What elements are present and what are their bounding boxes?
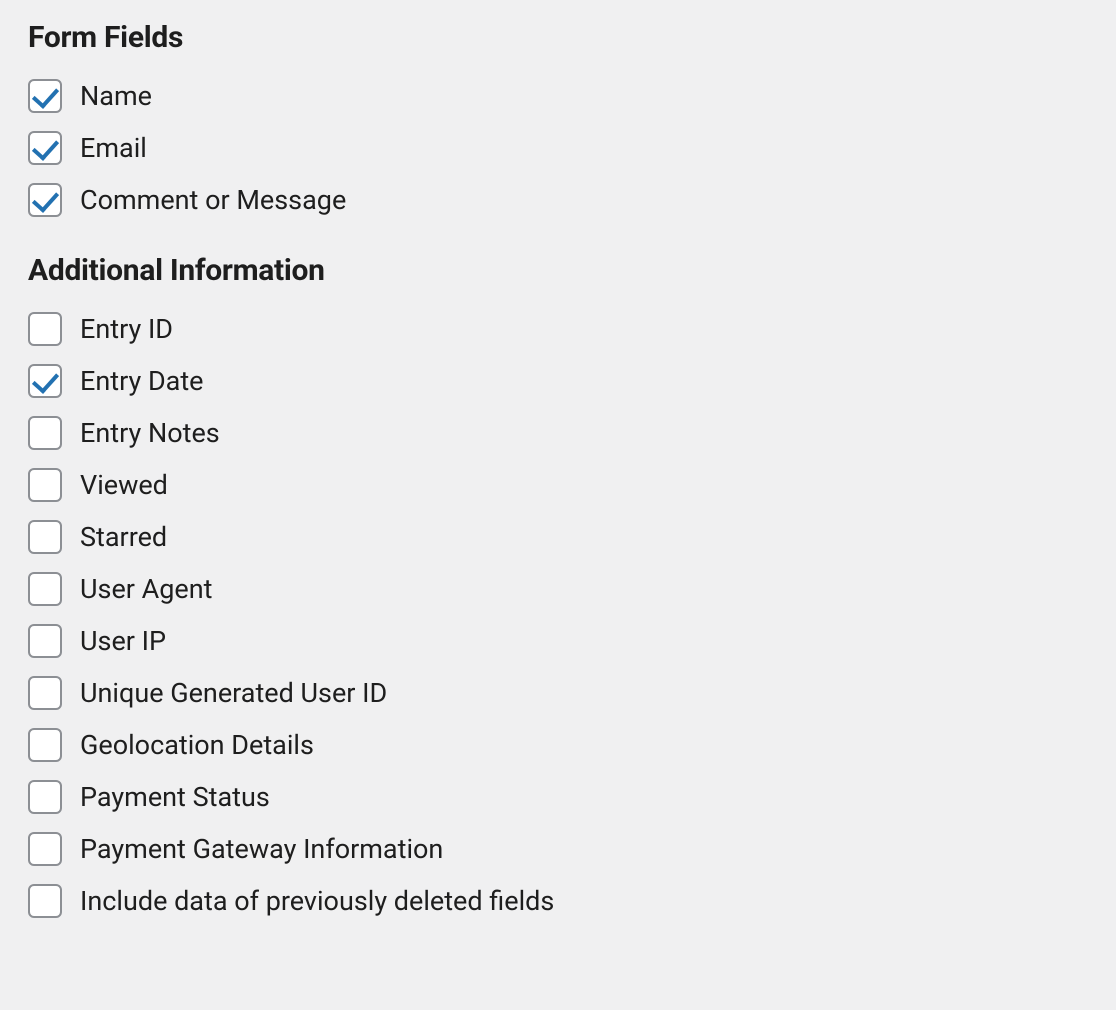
section-form_fields: Form Fields Name Email Comment or Message xyxy=(28,20,1088,217)
checkbox-payment-status[interactable] xyxy=(28,780,62,814)
checkbox-label-unique-generated-user-id: Unique Generated User ID xyxy=(80,677,387,709)
checkbox-label-include-deleted-fields: Include data of previously deleted field… xyxy=(80,885,554,917)
checkbox-row-payment-gateway-information[interactable]: Payment Gateway Information xyxy=(28,832,1088,866)
checkbox-row-user-ip[interactable]: User IP xyxy=(28,624,1088,658)
checkbox-row-entry-id[interactable]: Entry ID xyxy=(28,312,1088,346)
checkbox-row-geolocation-details[interactable]: Geolocation Details xyxy=(28,728,1088,762)
checkbox-viewed[interactable] xyxy=(28,468,62,502)
checkbox-label-viewed: Viewed xyxy=(80,469,168,501)
checkbox-row-unique-generated-user-id[interactable]: Unique Generated User ID xyxy=(28,676,1088,710)
checkbox-geolocation-details[interactable] xyxy=(28,728,62,762)
checkbox-label-entry-id: Entry ID xyxy=(80,313,173,345)
checkbox-label-starred: Starred xyxy=(80,521,167,553)
checkbox-entry-id[interactable] xyxy=(28,312,62,346)
checkbox-label-geolocation-details: Geolocation Details xyxy=(80,729,314,761)
checkbox-entry-notes[interactable] xyxy=(28,416,62,450)
checkbox-label-payment-status: Payment Status xyxy=(80,781,270,813)
checkbox-include-deleted-fields[interactable] xyxy=(28,884,62,918)
checkbox-row-name[interactable]: Name xyxy=(28,79,1088,113)
checkbox-starred[interactable] xyxy=(28,520,62,554)
checkbox-label-user-ip: User IP xyxy=(80,625,166,657)
checkbox-comment-or-message[interactable] xyxy=(28,183,62,217)
section-additional_information: Additional Information Entry ID Entry Date… xyxy=(28,253,1088,918)
checkbox-label-user-agent: User Agent xyxy=(80,573,212,605)
checkbox-row-viewed[interactable]: Viewed xyxy=(28,468,1088,502)
checkbox-label-email: Email xyxy=(80,132,147,164)
checkbox-row-include-deleted-fields[interactable]: Include data of previously deleted field… xyxy=(28,884,1088,918)
checkbox-label-entry-notes: Entry Notes xyxy=(80,417,220,449)
checkbox-user-ip[interactable] xyxy=(28,624,62,658)
checkbox-entry-date[interactable] xyxy=(28,364,62,398)
checkbox-unique-generated-user-id[interactable] xyxy=(28,676,62,710)
checkbox-payment-gateway-information[interactable] xyxy=(28,832,62,866)
checkbox-row-user-agent[interactable]: User Agent xyxy=(28,572,1088,606)
checkbox-row-comment-or-message[interactable]: Comment or Message xyxy=(28,183,1088,217)
section-heading-additional_information: Additional Information xyxy=(28,253,1088,288)
checkbox-row-payment-status[interactable]: Payment Status xyxy=(28,780,1088,814)
checkbox-list-form_fields: Name Email Comment or Message xyxy=(28,79,1088,217)
checkbox-label-comment-or-message: Comment or Message xyxy=(80,184,346,216)
checkbox-label-name: Name xyxy=(80,80,152,112)
checkbox-row-starred[interactable]: Starred xyxy=(28,520,1088,554)
section-heading-form_fields: Form Fields xyxy=(28,20,1088,55)
checkbox-row-email[interactable]: Email xyxy=(28,131,1088,165)
checkbox-label-entry-date: Entry Date xyxy=(80,365,204,397)
checkbox-label-payment-gateway-information: Payment Gateway Information xyxy=(80,833,443,865)
checkbox-row-entry-notes[interactable]: Entry Notes xyxy=(28,416,1088,450)
checkbox-user-agent[interactable] xyxy=(28,572,62,606)
checkbox-name[interactable] xyxy=(28,79,62,113)
checkbox-email[interactable] xyxy=(28,131,62,165)
checkbox-row-entry-date[interactable]: Entry Date xyxy=(28,364,1088,398)
checkbox-list-additional_information: Entry ID Entry Date Entry Notes Viewed Starr… xyxy=(28,312,1088,918)
